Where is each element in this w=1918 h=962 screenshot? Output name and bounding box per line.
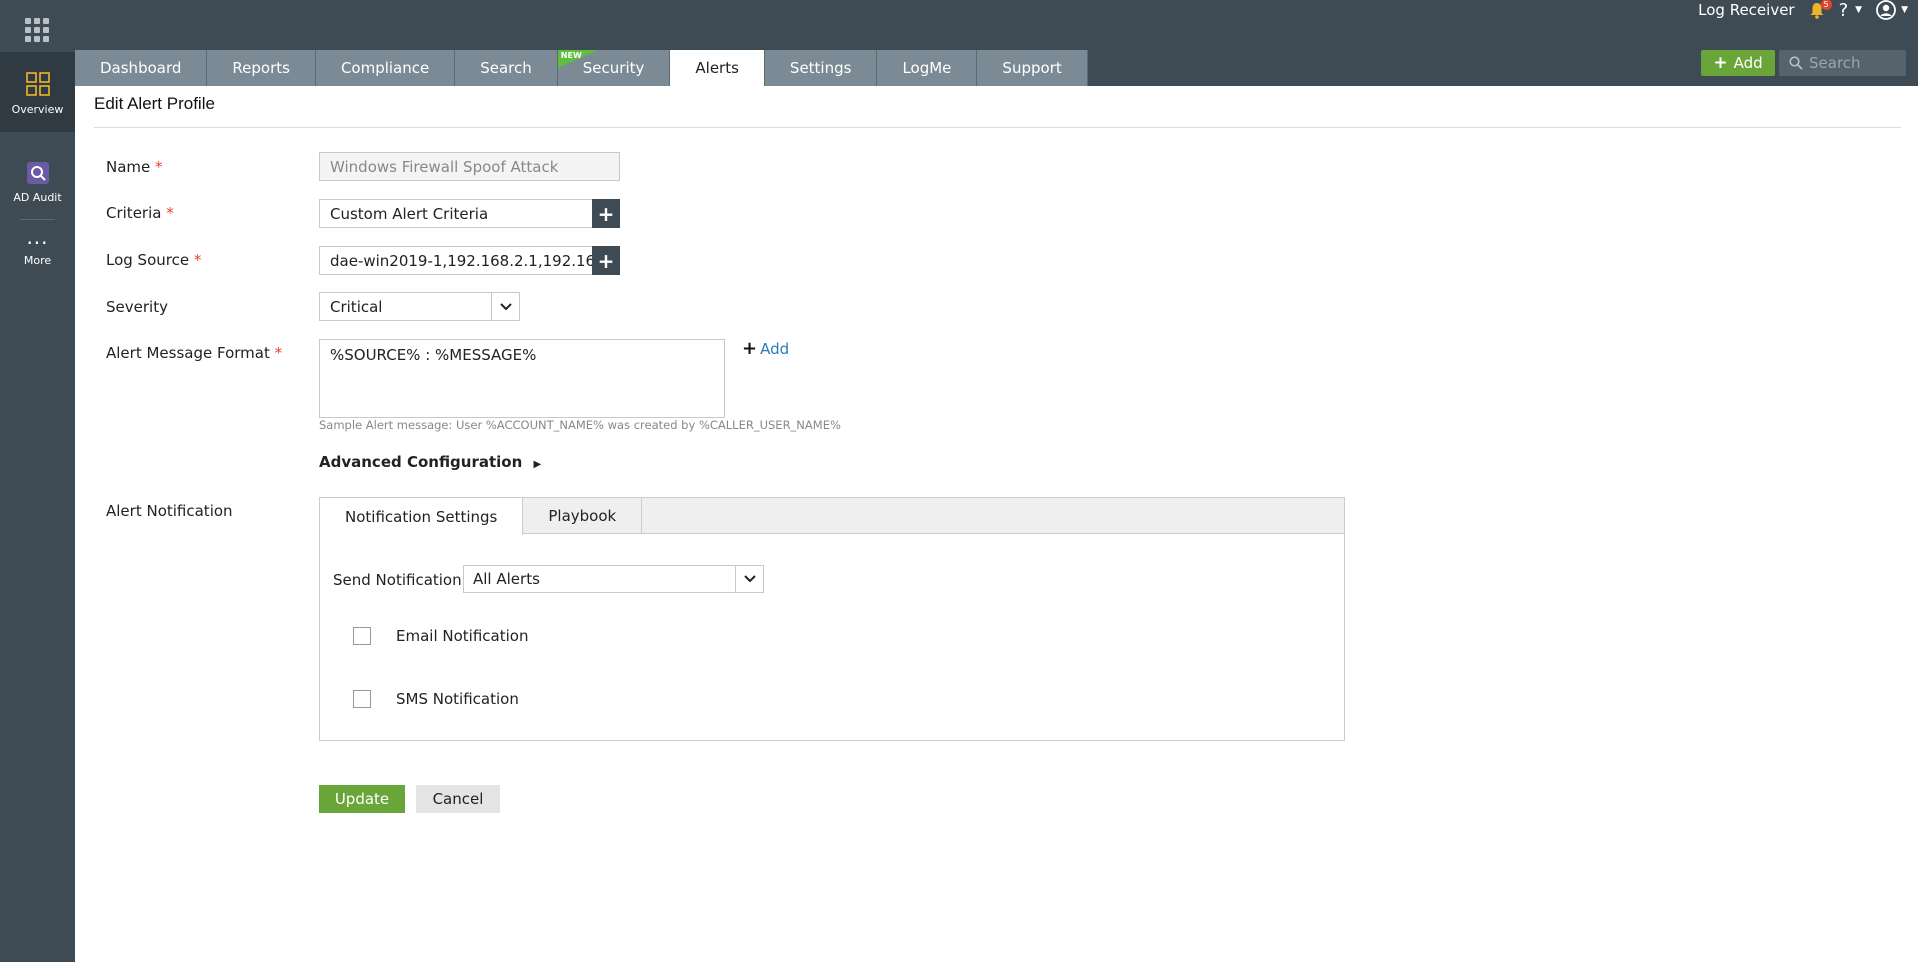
log-source-field[interactable]: dae-win2019-1,192.168.2.1,192.168.2.2 <box>319 246 593 275</box>
advanced-configuration-label: Advanced Configuration <box>319 453 523 471</box>
required-marker: * <box>155 158 163 176</box>
sms-notification-checkbox[interactable] <box>353 690 371 708</box>
name-label: Name * <box>106 158 163 176</box>
notifications-button[interactable]: 5 <box>1809 0 1832 19</box>
required-marker: * <box>193 251 202 269</box>
plus-icon: + <box>742 338 758 359</box>
new-badge-label: NEW <box>560 51 582 60</box>
tab-alerts[interactable]: Alerts <box>670 50 765 86</box>
tab-notification-settings[interactable]: Notification Settings <box>320 498 524 535</box>
page-title: Edit Alert Profile <box>94 94 215 113</box>
severity-value: Critical <box>330 297 383 316</box>
tab-search[interactable]: Search <box>455 50 558 86</box>
chevron-down-icon <box>491 293 519 320</box>
tab-dashboard[interactable]: Dashboard <box>75 50 208 86</box>
tab-support[interactable]: Support <box>977 50 1088 86</box>
message-format-label: Alert Message Format * <box>106 344 282 362</box>
main-content: Edit Alert Profile Name * Windows Firewa… <box>75 86 1918 962</box>
criteria-label: Criteria * <box>106 204 174 222</box>
message-format-textarea[interactable]: %SOURCE% : %MESSAGE% <box>319 339 725 418</box>
top-right-controls: Log Receiver 5 ? ▼ ▼ <box>1698 0 1908 21</box>
title-divider <box>94 127 1901 128</box>
log-source-label-text: Log Source <box>106 251 190 269</box>
send-notification-label: Send Notification <box>333 571 462 589</box>
notification-count-badge: 5 <box>1820 0 1832 10</box>
email-notification-checkbox[interactable] <box>353 627 371 645</box>
left-sidebar: Overview AD Audit ··· More <box>0 0 75 962</box>
top-header: Log Receiver 5 ? ▼ ▼ Dashboard Reports C… <box>75 0 1918 86</box>
message-format-label-text: Alert Message Format <box>106 344 270 362</box>
send-notification-value: All Alerts <box>473 570 540 588</box>
ad-audit-icon <box>26 162 49 184</box>
tab-reports[interactable]: Reports <box>207 50 316 86</box>
plus-icon: + <box>597 201 615 226</box>
log-source-label: Log Source * <box>106 251 201 269</box>
notification-tabs: Notification Settings Playbook <box>320 498 1344 535</box>
email-notification-row: Email Notification <box>353 627 528 645</box>
sidebar-item-label: Overview <box>11 103 64 116</box>
sidebar-item-label: AD Audit <box>13 191 62 204</box>
help-icon: ? <box>1838 0 1849 21</box>
name-label-text: Name <box>106 158 151 176</box>
user-menu-button[interactable]: ▼ <box>1876 0 1908 20</box>
user-avatar-icon <box>1876 0 1896 20</box>
caret-right-icon: ▶ <box>533 459 542 470</box>
apps-grid-icon[interactable] <box>25 18 49 42</box>
plus-icon: + <box>597 248 615 273</box>
email-notification-label: Email Notification <box>396 627 529 645</box>
log-receiver-link[interactable]: Log Receiver <box>1698 1 1794 19</box>
add-variable-link[interactable]: + Add <box>742 338 789 359</box>
criteria-field[interactable]: Custom Alert Criteria <box>319 199 593 228</box>
tab-security[interactable]: NEW Security <box>557 50 671 86</box>
more-dots-icon: ··· <box>26 231 49 255</box>
tab-settings[interactable]: Settings <box>764 50 878 86</box>
overview-icon <box>25 72 50 96</box>
sample-message-hint: Sample Alert message: User %ACCOUNT_NAME… <box>319 418 841 432</box>
sms-notification-row: SMS Notification <box>353 690 519 708</box>
chevron-down-icon: ▼ <box>1855 5 1863 15</box>
sidebar-item-label: More <box>23 254 52 267</box>
alert-notification-label: Alert Notification <box>106 502 233 520</box>
search-icon <box>1789 56 1803 70</box>
sidebar-item-overview[interactable]: Overview <box>0 52 75 132</box>
add-button[interactable]: + Add <box>1701 50 1775 76</box>
update-button[interactable]: Update <box>319 785 405 813</box>
global-search <box>1779 50 1906 76</box>
add-criteria-button[interactable]: + <box>592 199 620 228</box>
add-button-label: Add <box>1733 54 1763 72</box>
tab-logme[interactable]: LogMe <box>877 50 978 86</box>
sidebar-item-more[interactable]: ··· More <box>0 231 75 267</box>
send-notification-select[interactable]: All Alerts <box>463 565 764 593</box>
search-input[interactable] <box>1809 54 1899 72</box>
add-variable-label: Add <box>760 340 790 358</box>
name-field[interactable]: Windows Firewall Spoof Attack <box>319 152 620 181</box>
tab-compliance[interactable]: Compliance <box>315 50 456 86</box>
cancel-button[interactable]: Cancel <box>416 785 500 813</box>
notification-panel: Notification Settings Playbook Send Noti… <box>319 497 1345 741</box>
advanced-configuration-toggle[interactable]: Advanced Configuration ▶ <box>319 453 541 471</box>
sms-notification-label: SMS Notification <box>396 690 519 708</box>
sidebar-divider <box>20 219 55 220</box>
required-marker: * <box>274 344 283 362</box>
severity-select[interactable]: Critical <box>319 292 520 321</box>
criteria-label-text: Criteria <box>106 204 162 222</box>
sidebar-item-ad-audit[interactable]: AD Audit <box>0 152 75 204</box>
help-button[interactable]: ? ▼ <box>1839 0 1862 21</box>
plus-icon: + <box>1713 53 1728 73</box>
chevron-down-icon: ▼ <box>1901 5 1908 15</box>
main-nav-tabs: Dashboard Reports Compliance Search NEW … <box>75 50 1088 86</box>
add-log-source-button[interactable]: + <box>592 246 620 275</box>
chevron-down-icon <box>735 566 763 592</box>
tab-playbook[interactable]: Playbook <box>523 498 643 534</box>
required-marker: * <box>166 204 174 222</box>
severity-label: Severity <box>106 298 168 316</box>
